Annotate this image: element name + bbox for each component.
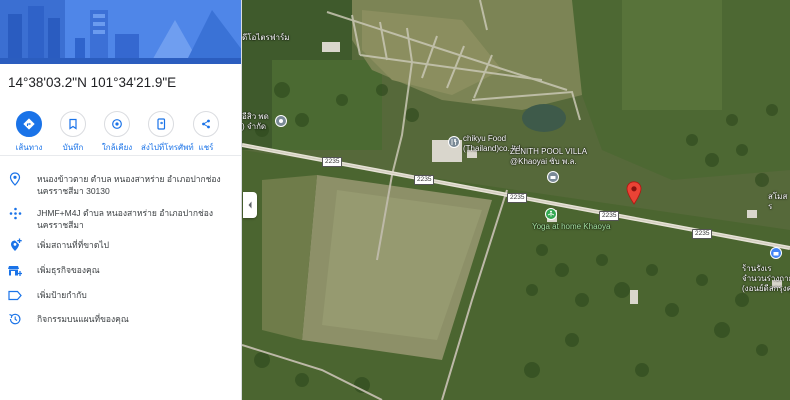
nearby-button[interactable]: ใกล้เคียง — [97, 111, 137, 154]
panel-divider — [0, 155, 241, 156]
location-pin-icon — [8, 172, 22, 186]
directions-button[interactable]: เส้นทาง — [9, 111, 49, 154]
nearby-label: ใกล้เคียง — [101, 143, 133, 152]
map-label-pool-villa[interactable]: ZENITH POOL VILLA @Khaoyai ซับ พ.ล. — [510, 147, 587, 167]
label-icon — [8, 288, 22, 302]
road-shield: 2235 — [414, 175, 435, 185]
add-business-text: เพิ่มธุรกิจของคุณ — [37, 265, 100, 275]
shop-poi-icon[interactable] — [770, 247, 782, 259]
map-label-farm[interactable]: ดีโอไตรฟาร์ม — [242, 33, 290, 43]
location-pin-marker[interactable] — [626, 181, 642, 205]
road-shield: 2235 — [599, 211, 620, 221]
road-shield: 2235 — [692, 229, 713, 239]
plus-code-icon — [8, 206, 22, 220]
map-label-left-poi[interactable]: อีสิว พด ) จำกัด — [242, 112, 269, 132]
coordinates-title: 14°38'03.2"N 101°34'21.9"E — [8, 75, 177, 90]
map-label-right-bottom-line1: ร้านรังเร — [742, 264, 772, 273]
add-location-icon — [8, 238, 22, 252]
place-hero-image[interactable] — [0, 0, 241, 64]
nearby-icon — [112, 119, 122, 129]
share-icon — [202, 119, 210, 129]
save-button[interactable]: บันทึก — [53, 111, 93, 154]
bookmark-icon — [69, 118, 77, 130]
maps-activity-text: กิจกรรมบนแผนที่ของคุณ — [37, 314, 129, 324]
add-missing-place-text: เพิ่มสถานที่ที่ขาดไป — [37, 240, 110, 250]
chevron-left-icon — [248, 201, 252, 209]
map-label-right-top-line2: ร — [768, 202, 773, 211]
address-text: หนองข้าวตาย ตำบล หนองสาหร่าย อำเภอปากช่อ… — [37, 174, 221, 196]
satellite-map[interactable]: 2235 2235 2235 2235 2235 ดีโอไตรฟาร์ม อี… — [242, 0, 790, 400]
food-poi-icon[interactable] — [448, 136, 460, 148]
map-label-yoga[interactable]: Yoga at home Khaoya — [532, 222, 610, 232]
road-shield: 2235 — [322, 157, 343, 167]
add-business-icon — [8, 263, 22, 277]
map-label-right-bottom-line2: จำนวนร่างกาย — [742, 274, 790, 283]
map-label-right-top[interactable]: สโมส ร — [768, 192, 787, 212]
map-label-pool-line2: @Khaoyai ซับ พ.ล. — [510, 157, 577, 166]
map-label-food-line1: chikyu Food — [463, 134, 507, 143]
poi-marker-icon[interactable] — [275, 115, 287, 127]
map-label-right-top-line1: สโมส — [768, 192, 788, 201]
send-to-phone-button[interactable]: ส่งไปที่โทรศัพท์ — [141, 111, 194, 154]
plus-code-text: JHMF+M4J ตำบล หนองสาหร่าย อำเภอปากช่อง น… — [37, 208, 214, 230]
map-label-right-bottom[interactable]: ร้านรังเร จำนวนร่างกาย (งอนย์ดีลกรุงคุณ — [742, 264, 790, 294]
action-bar: เส้นทาง บันทึก ใกล้เคียง ส่งไปที่โทรศัพท… — [0, 111, 241, 154]
map-label-left-poi-line1: อีสิว พด — [242, 112, 269, 121]
hero-illustration — [0, 0, 241, 64]
hotel-poi-icon[interactable] — [547, 171, 559, 183]
map-label-left-poi-line2: ) จำกัด — [242, 122, 267, 131]
save-label: บันทึก — [62, 143, 84, 152]
yoga-poi-icon[interactable] — [545, 208, 557, 220]
share-button[interactable]: แชร์ — [186, 111, 226, 154]
directions-icon — [23, 118, 35, 130]
send-to-phone-icon — [157, 118, 166, 130]
share-label: แชร์ — [198, 143, 214, 152]
add-label-text: เพิ่มป้ายกำกับ — [37, 290, 87, 300]
send-to-phone-label: ส่งไปที่โทรศัพท์ — [141, 143, 194, 152]
history-icon — [8, 312, 22, 326]
collapse-panel-button[interactable] — [243, 192, 257, 218]
road-shield: 2235 — [507, 193, 528, 203]
map-label-right-bottom-line3: (งอนย์ดีลกรุงคุณ — [742, 284, 790, 293]
place-panel: 14°38'03.2"N 101°34'21.9"E เส้นทาง บันทึ… — [0, 0, 242, 400]
map-label-pool-line1: ZENITH POOL VILLA — [510, 147, 588, 156]
directions-label: เส้นทาง — [15, 143, 43, 152]
